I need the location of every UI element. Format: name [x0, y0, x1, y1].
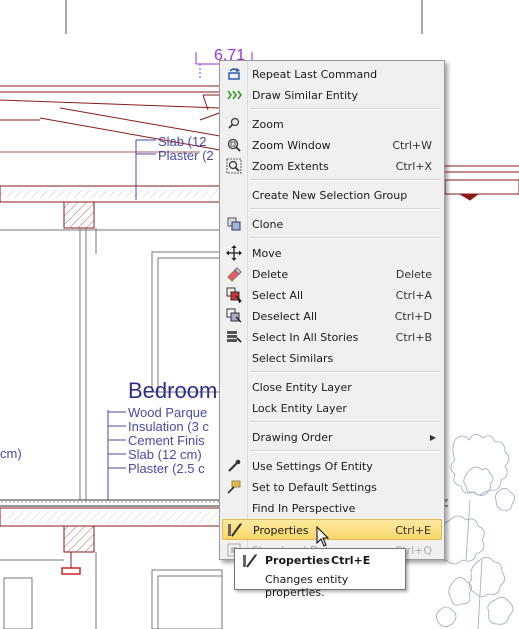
- menu-item-label: Create New Selection Group: [252, 189, 408, 202]
- menu-item-label: Zoom Window: [252, 139, 331, 152]
- menu-item-label: Set to Default Settings: [252, 481, 377, 494]
- move-icon: [225, 245, 243, 262]
- select-stories-icon: [225, 329, 243, 346]
- menu-item-label: Find In Perspective: [252, 502, 356, 515]
- zoom-window-icon: [225, 137, 243, 154]
- menu-item-shortcut: Ctrl+B: [395, 331, 432, 344]
- menu-item-label: Use Settings Of Entity: [252, 460, 373, 473]
- menu-item-label: Zoom: [252, 118, 284, 131]
- menu-item-label: Clone: [252, 218, 284, 231]
- menu-item-drawing-order[interactable]: Drawing Order ▶: [222, 427, 442, 448]
- upper-layer-2: Plaster (2: [158, 148, 214, 163]
- menu-item-label: Select In All Stories: [252, 331, 359, 344]
- menu-item-label: Close Entity Layer: [252, 381, 352, 394]
- draw-similar-icon: [225, 87, 243, 104]
- zoom-icon: [225, 116, 243, 133]
- repeat-icon: [225, 66, 243, 83]
- left-edge-text: cm): [0, 446, 22, 461]
- menu-item-label: Zoom Extents: [252, 160, 329, 173]
- roof-right: [444, 165, 519, 201]
- menu-separator: [250, 179, 440, 181]
- upper-layer-1: Slab (12: [158, 134, 206, 149]
- tree-foliage: [434, 434, 515, 629]
- menu-item-shortcut: Ctrl+D: [394, 310, 432, 323]
- select-all-icon: [225, 287, 243, 304]
- menu-item-draw-similar-entity[interactable]: Draw Similar Entity: [222, 85, 442, 106]
- default-settings-icon: [225, 479, 243, 496]
- menu-item-select-in-all-stories[interactable]: Select In All Stories Ctrl+B: [222, 327, 442, 348]
- menu-item-properties[interactable]: Properties Ctrl+E: [222, 519, 442, 540]
- menu-item-label: Repeat Last Command: [252, 68, 378, 81]
- properties-tooltip: Properties Ctrl+E Changes entity propert…: [234, 548, 406, 599]
- menu-item-lock-entity-layer[interactable]: Lock Entity Layer: [222, 398, 442, 419]
- menu-item-deselect-all[interactable]: Deselect All Ctrl+D: [222, 306, 442, 327]
- menu-item-find-in-perspective[interactable]: Find In Perspective: [222, 498, 442, 519]
- menu-item-label: Drawing Order: [252, 431, 333, 444]
- lower-layer-5: Plaster (2.5 c: [128, 461, 205, 476]
- clone-icon: [225, 216, 243, 233]
- context-menu: Repeat Last Command Draw Similar Entity …: [219, 60, 445, 560]
- menu-separator: [250, 108, 440, 110]
- properties-icon: [241, 553, 259, 569]
- properties-icon: [226, 522, 244, 539]
- lower-layer-3: Cement Finis: [128, 433, 205, 448]
- zoom-extents-icon: [225, 158, 243, 175]
- menu-separator: [250, 237, 440, 239]
- tooltip-shortcut: Ctrl+E: [331, 554, 371, 567]
- menu-separator: [250, 371, 440, 373]
- menu-item-label: Move: [252, 247, 282, 260]
- lower-leaders: [107, 410, 126, 500]
- menu-item-close-entity-layer[interactable]: Close Entity Layer: [222, 377, 442, 398]
- menu-item-shortcut: Ctrl+E: [395, 524, 431, 537]
- tooltip-description: Changes entity properties.: [265, 573, 349, 599]
- menu-item-label: Select All: [252, 289, 304, 302]
- menu-item-label: Delete: [252, 268, 289, 281]
- menu-item-shortcut: Ctrl+W: [392, 139, 432, 152]
- upper-slab: [0, 185, 223, 229]
- menu-item-label: Lock Entity Layer: [252, 402, 347, 415]
- menu-item-select-similars[interactable]: Select Similars: [222, 348, 442, 369]
- menu-item-use-settings-of-entity[interactable]: Use Settings Of Entity: [222, 456, 442, 477]
- menu-separator: [250, 450, 440, 452]
- tooltip-title: Properties: [265, 554, 330, 567]
- eraser-icon: [225, 266, 243, 283]
- menu-item-select-all[interactable]: Select All Ctrl+A: [222, 285, 442, 306]
- menu-item-repeat-last-command[interactable]: Repeat Last Command: [222, 64, 442, 85]
- menu-item-move[interactable]: Move: [222, 243, 442, 264]
- lower-layer-2: Insulation (3 c: [128, 419, 209, 434]
- menu-item-shortcut: Delete: [395, 268, 432, 281]
- menu-item-label: Properties: [253, 524, 309, 537]
- lower-layer-1: Wood Parque: [128, 405, 207, 420]
- menu-separator: [250, 421, 440, 423]
- eyedropper-icon: [225, 458, 243, 475]
- lower-layer-4: Slab (12 cm): [128, 447, 202, 462]
- menu-item-label: Draw Similar Entity: [252, 89, 358, 102]
- menu-item-shortcut: Ctrl+X: [395, 160, 432, 173]
- deselect-all-icon: [225, 308, 243, 325]
- mouse-cursor-icon: [316, 526, 330, 547]
- menu-item-create-new-selection-group[interactable]: Create New Selection Group: [222, 185, 442, 206]
- menu-item-delete[interactable]: Delete Delete: [222, 264, 442, 285]
- menu-item-zoom[interactable]: Zoom: [222, 114, 442, 135]
- menu-item-shortcut: Ctrl+A: [395, 289, 432, 302]
- menu-item-set-to-default-settings[interactable]: Set to Default Settings: [222, 477, 442, 498]
- menu-item-label: Deselect All: [252, 310, 318, 323]
- menu-item-zoom-window[interactable]: Zoom Window Ctrl+W: [222, 135, 442, 156]
- lower-walls: [0, 552, 223, 629]
- menu-separator: [250, 208, 440, 210]
- submenu-arrow-icon: ▶: [429, 433, 436, 442]
- room-name-label: Bedroom: [128, 378, 217, 403]
- menu-item-label: Select Similars: [252, 352, 334, 365]
- menu-item-clone[interactable]: Clone: [222, 214, 442, 235]
- menu-item-zoom-extents[interactable]: Zoom Extents Ctrl+X: [222, 156, 442, 177]
